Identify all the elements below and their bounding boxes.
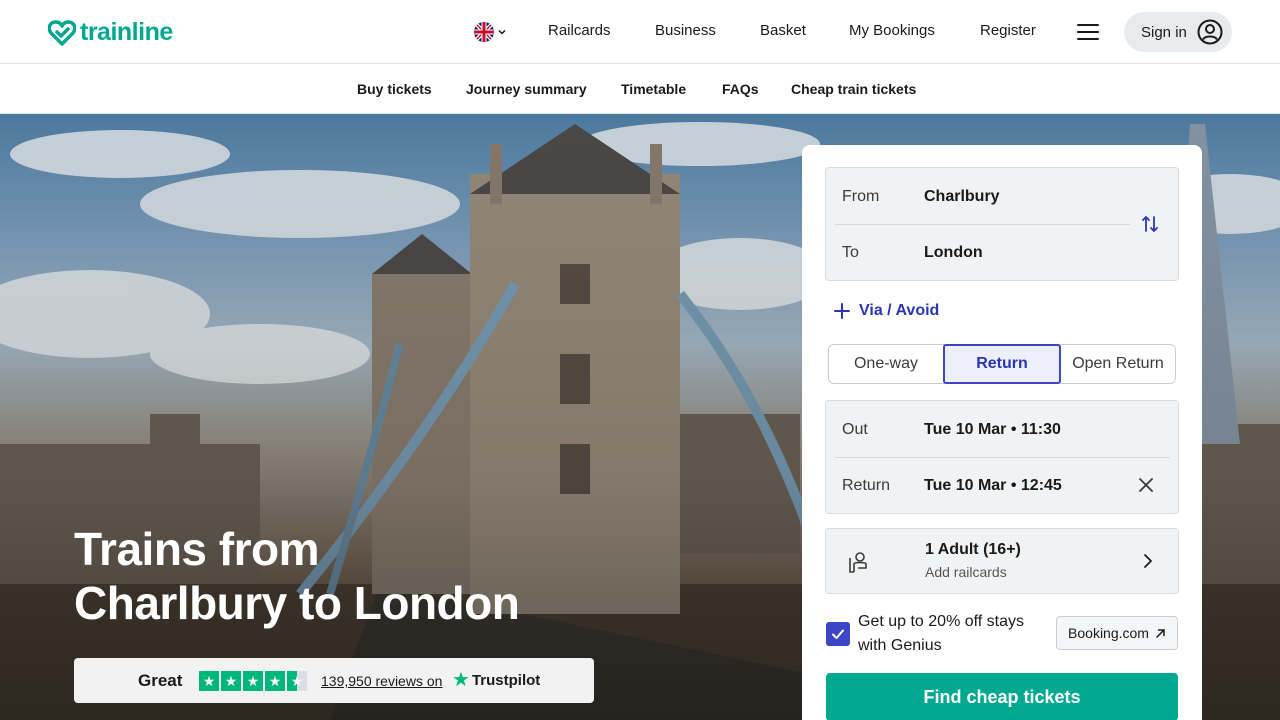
subnav-buy-tickets[interactable]: Buy tickets <box>357 81 432 97</box>
passengers-value: 1 Adult (16+) <box>925 541 1021 558</box>
top-header: trainline Railcards Business Basket My B… <box>0 0 1280 64</box>
star-icon: ★ <box>199 671 219 691</box>
nav-railcards[interactable]: Railcards <box>548 22 611 39</box>
from-label: From <box>842 188 880 205</box>
trustpilot-reviews-link[interactable]: 139,950 reviews on <box>321 673 442 689</box>
chevron-down-icon <box>498 29 506 35</box>
subnav-cheap-train-tickets[interactable]: Cheap train tickets <box>791 81 916 97</box>
search-panel: From Charlbury To London Via / Avoid One… <box>802 145 1202 720</box>
trustpilot-banner: Great ★ ★ ★ ★ ★ 139,950 reviews on ★ Tru… <box>74 658 594 703</box>
booking-com-link[interactable]: Booking.com <box>1056 616 1178 650</box>
genius-text: Get up to 20% off stays with Genius <box>858 613 1025 654</box>
subnav-journey-summary[interactable]: Journey summary <box>466 81 587 97</box>
to-field[interactable]: London <box>924 244 983 262</box>
sub-navigation: Buy tickets Journey summary Timetable FA… <box>0 65 1280 114</box>
heart-logo-icon <box>48 19 76 46</box>
trip-open-return[interactable]: Open Return <box>1061 345 1175 383</box>
trustpilot-logo: ★ Trustpilot <box>452 669 541 691</box>
star-icon: ★ <box>221 671 241 691</box>
from-field[interactable]: Charlbury <box>924 188 1000 206</box>
sign-in-button[interactable]: Sign in <box>1124 12 1232 52</box>
out-label: Out <box>842 421 868 438</box>
trustpilot-rating-text: Great <box>138 671 183 690</box>
genius-checkbox[interactable] <box>826 622 850 646</box>
subnav-faqs[interactable]: FAQs <box>722 81 759 97</box>
trip-type-selector: One-way Return Open Return <box>828 344 1176 384</box>
dates-box: Out Tue 10 Mar • 11:30 Return Tue 10 Mar… <box>825 400 1179 514</box>
star-icon: ★ <box>243 671 263 691</box>
nav-business[interactable]: Business <box>655 22 716 39</box>
via-avoid-label: Via / Avoid <box>859 302 940 319</box>
route-divider <box>835 224 1130 225</box>
trainline-logo[interactable]: trainline <box>48 18 173 47</box>
language-selector[interactable] <box>474 22 507 42</box>
nav-register[interactable]: Register <box>980 22 1036 39</box>
hero-title: Trains from Charlbury to London <box>74 523 520 629</box>
trustpilot-star-icon: ★ <box>452 669 470 691</box>
swap-icon[interactable] <box>1141 214 1159 234</box>
half-star-icon: ★ <box>287 671 307 691</box>
nav-basket[interactable]: Basket <box>760 22 806 39</box>
trip-return[interactable]: Return <box>943 344 1061 384</box>
via-avoid-button[interactable]: Via / Avoid <box>834 302 939 320</box>
add-railcards-text: Add railcards <box>925 564 1007 580</box>
dates-divider <box>835 457 1170 458</box>
trustpilot-stars: ★ ★ ★ ★ ★ <box>199 671 307 691</box>
out-date-field[interactable]: Tue 10 Mar • 11:30 <box>924 421 1061 439</box>
logo-text: trainline <box>80 18 173 46</box>
to-label: To <box>842 244 859 261</box>
nav-my-bookings[interactable]: My Bookings <box>849 22 935 39</box>
close-icon[interactable] <box>1138 477 1154 493</box>
return-label: Return <box>842 477 891 494</box>
genius-offer: Get up to 20% off stays with Genius Book… <box>826 610 1180 658</box>
trip-one-way[interactable]: One-way <box>829 345 943 383</box>
star-icon: ★ <box>265 671 285 691</box>
subnav-timetable[interactable]: Timetable <box>621 81 686 97</box>
passenger-icon <box>849 552 867 573</box>
plus-icon <box>834 303 850 319</box>
sign-in-label: Sign in <box>1141 23 1187 41</box>
chevron-right-icon <box>1144 554 1152 568</box>
hamburger-icon[interactable] <box>1077 24 1099 40</box>
user-circle-icon <box>1197 19 1223 45</box>
find-cheap-tickets-button[interactable]: Find cheap tickets <box>826 673 1178 720</box>
route-box: From Charlbury To London <box>825 167 1179 281</box>
checkmark-icon <box>832 629 844 639</box>
external-link-icon <box>1156 628 1165 638</box>
return-date-field[interactable]: Tue 10 Mar • 12:45 <box>924 477 1062 495</box>
uk-flag-icon <box>474 22 494 42</box>
passengers-selector[interactable]: 1 Adult (16+) Add railcards <box>825 528 1179 594</box>
